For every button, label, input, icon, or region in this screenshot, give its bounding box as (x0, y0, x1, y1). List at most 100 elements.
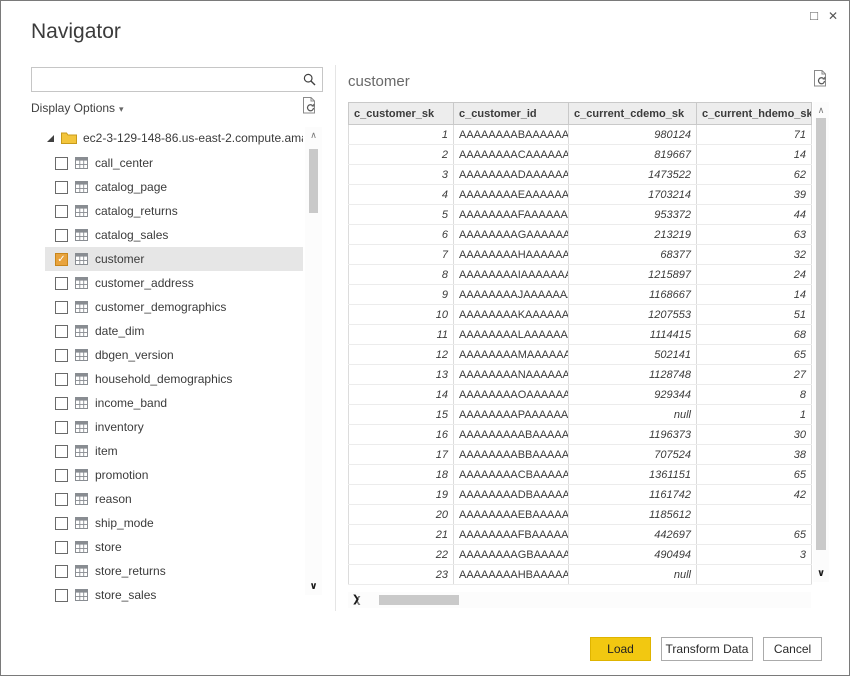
tree-item-ship_mode[interactable]: ship_mode (45, 511, 303, 535)
tree-item-label: call_center (95, 156, 153, 170)
tree-item-catalog_sales[interactable]: catalog_sales (45, 223, 303, 247)
tree-item-item[interactable]: item (45, 439, 303, 463)
tree-item-dbgen_version[interactable]: dbgen_version (45, 343, 303, 367)
cancel-button[interactable]: Cancel (763, 637, 822, 661)
search-input[interactable] (32, 68, 296, 91)
checkbox-unchecked[interactable] (55, 493, 68, 506)
tree-item-catalog_page[interactable]: catalog_page (45, 175, 303, 199)
tree-item-label: catalog_page (95, 180, 167, 194)
table-cell: 38 (697, 445, 812, 465)
tree-item-store[interactable]: store (45, 535, 303, 559)
table-cell: 68377 (569, 245, 697, 265)
tree-item-customer[interactable]: ✓ customer (45, 247, 303, 271)
column-header-c_customer_sk: c_customer_sk (349, 103, 454, 125)
table-cell: 1168667 (569, 285, 697, 305)
checkbox-unchecked[interactable] (55, 541, 68, 554)
table-cell: AAAAAAAAFAAAAAAA (454, 205, 569, 225)
table-row: 4AAAAAAAAEAAAAAAA170321439 (349, 185, 812, 205)
display-options-label: Display Options (31, 101, 115, 115)
table-icon (75, 229, 88, 241)
table-icon (75, 541, 88, 553)
tree-item-label: store_returns (95, 564, 166, 578)
preview-vertical-scrollbar[interactable]: ∧ ∨ (813, 102, 829, 582)
tree-item-label: catalog_returns (95, 204, 178, 218)
refresh-list-icon[interactable] (302, 97, 317, 119)
tree-root-server[interactable]: ec2-3-129-148-86.us-east-2.compute.amaz.… (31, 125, 303, 151)
checkbox-unchecked[interactable] (55, 325, 68, 338)
tree-item-customer_demographics[interactable]: customer_demographics (45, 295, 303, 319)
tree-scrollbar[interactable]: ∧ ∨ (305, 127, 322, 595)
checkbox-unchecked[interactable] (55, 445, 68, 458)
tree-item-label: customer (95, 252, 144, 266)
checkbox-unchecked[interactable] (55, 229, 68, 242)
tree-item-label: ship_mode (95, 516, 154, 530)
checkbox-unchecked[interactable] (55, 397, 68, 410)
scroll-down-icon[interactable]: ∨ (813, 568, 829, 580)
tree-item-income_band[interactable]: income_band (45, 391, 303, 415)
scroll-up-icon[interactable]: ∧ (305, 129, 322, 141)
table-row: 18AAAAAAAACBAAAAAA136115165 (349, 465, 812, 485)
table-cell: AAAAAAAANAAAAAAA (454, 365, 569, 385)
tree-scrollbar-thumb[interactable] (309, 149, 318, 213)
table-cell: 24 (697, 265, 812, 285)
scroll-down-icon[interactable]: ∨ (305, 581, 322, 593)
transform-data-button[interactable]: Transform Data (661, 637, 753, 661)
preview-hscroll-thumb[interactable] (379, 595, 459, 605)
navigator-dialog: □ ✕ Navigator Display Options▾ ec2-3-129… (0, 0, 850, 676)
table-cell: 65 (697, 525, 812, 545)
tree-item-label: household_demographics (95, 372, 232, 386)
table-cell: 1207553 (569, 305, 697, 325)
table-cell: 1185612 (569, 505, 697, 525)
preview-horizontal-scrollbar[interactable]: ❮ ❯ (348, 592, 811, 608)
checkbox-unchecked[interactable] (55, 277, 68, 290)
checkbox-unchecked[interactable] (55, 181, 68, 194)
checkbox-unchecked[interactable] (55, 589, 68, 602)
load-button[interactable]: Load (590, 637, 651, 661)
column-header-c_current_hdemo_sk: c_current_hdemo_sk (697, 103, 812, 125)
checkbox-unchecked[interactable] (55, 373, 68, 386)
close-icon[interactable]: ✕ (824, 7, 842, 25)
table-cell (697, 505, 812, 525)
tree-item-catalog_returns[interactable]: catalog_returns (45, 199, 303, 223)
table-cell: 71 (697, 125, 812, 145)
table-icon (75, 253, 88, 265)
table-cell: 68 (697, 325, 812, 345)
checkbox-unchecked[interactable] (55, 205, 68, 218)
table-cell: 502141 (569, 345, 697, 365)
table-cell: 62 (697, 165, 812, 185)
checkbox-unchecked[interactable] (55, 517, 68, 530)
table-cell: 30 (697, 425, 812, 445)
table-cell: 10 (349, 305, 454, 325)
checkbox-unchecked[interactable] (55, 421, 68, 434)
scroll-up-icon[interactable]: ∧ (813, 104, 829, 116)
tree-item-date_dim[interactable]: date_dim (45, 319, 303, 343)
search-icon[interactable] (296, 73, 322, 86)
tree-item-customer_address[interactable]: customer_address (45, 271, 303, 295)
checkbox-unchecked[interactable] (55, 157, 68, 170)
checkbox-unchecked[interactable] (55, 565, 68, 578)
table-cell: 3 (697, 545, 812, 565)
display-options-dropdown[interactable]: Display Options▾ (31, 101, 124, 115)
tree-item-call_center[interactable]: call_center (45, 151, 303, 175)
tree-item-household_demographics[interactable]: household_demographics (45, 367, 303, 391)
checkbox-unchecked[interactable] (55, 349, 68, 362)
scroll-right-icon[interactable]: ❯ (348, 593, 364, 607)
maximize-icon[interactable]: □ (805, 7, 823, 25)
tree-item-promotion[interactable]: promotion (45, 463, 303, 487)
table-cell: 7 (349, 245, 454, 265)
tree-item-inventory[interactable]: inventory (45, 415, 303, 439)
checkbox-checked[interactable]: ✓ (55, 253, 68, 266)
refresh-preview-icon[interactable] (813, 70, 828, 92)
tree-item-label: store (95, 540, 122, 554)
tree-item-label: promotion (95, 468, 148, 482)
checkbox-unchecked[interactable] (55, 469, 68, 482)
tree-item-store_sales[interactable]: store_sales (45, 583, 303, 607)
expanded-arrow-icon[interactable] (47, 135, 54, 142)
tree-item-reason[interactable]: reason (45, 487, 303, 511)
tree-item-store_returns[interactable]: store_returns (45, 559, 303, 583)
table-row: 7AAAAAAAAHAAAAAAA6837732 (349, 245, 812, 265)
table-cell: 1196373 (569, 425, 697, 445)
checkbox-unchecked[interactable] (55, 301, 68, 314)
preview-vscroll-thumb[interactable] (816, 118, 826, 550)
table-row: 2AAAAAAAACAAAAAAA81966714 (349, 145, 812, 165)
